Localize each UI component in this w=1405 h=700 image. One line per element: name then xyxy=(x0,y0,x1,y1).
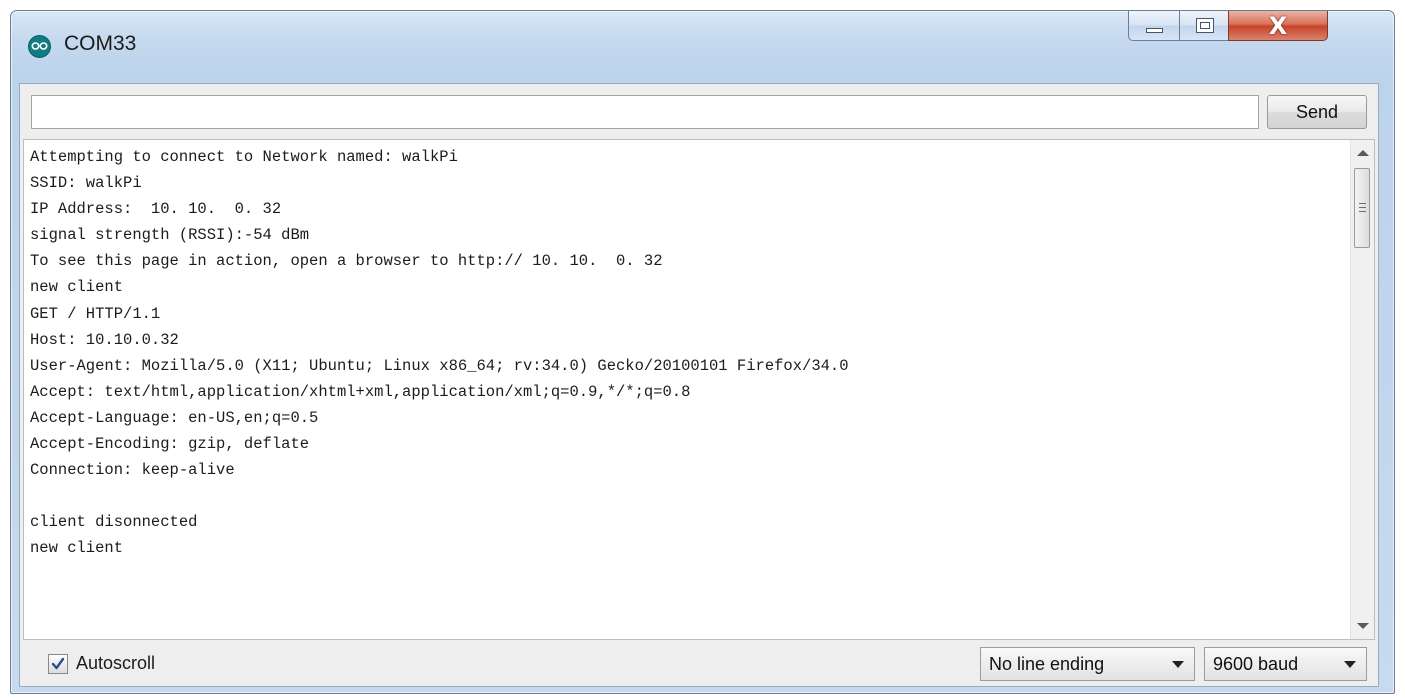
minimize-button[interactable] xyxy=(1128,11,1180,41)
line-ending-select[interactable]: No line ending xyxy=(980,647,1195,681)
baud-rate-select[interactable]: 9600 baud xyxy=(1204,647,1367,681)
output-line: Accept-Language: en-US,en;q=0.5 xyxy=(30,408,319,427)
output-line: Attempting to connect to Network named: … xyxy=(30,148,458,166)
grip-line xyxy=(1359,207,1366,208)
serial-monitor-window: COM33 X Send Attempting to connect to Ne… xyxy=(10,10,1395,694)
line-ending-value: No line ending xyxy=(989,654,1105,674)
close-icon: X xyxy=(1268,12,1288,40)
send-input[interactable] xyxy=(31,95,1259,129)
maximize-icon xyxy=(1196,18,1214,33)
scrollbar-thumb[interactable] xyxy=(1354,168,1370,248)
output-lines: Attempting to connect to Network named: … xyxy=(30,144,1330,562)
send-button[interactable]: Send xyxy=(1267,95,1367,129)
output-line: Connection: keep-alive xyxy=(30,461,235,480)
dropdown-arrow-icon xyxy=(1172,661,1184,668)
grip-line xyxy=(1359,203,1366,204)
window-title: COM33 xyxy=(64,32,137,55)
baud-rate-value: 9600 baud xyxy=(1213,654,1299,674)
output-line: To see this page in action, open a brows… xyxy=(30,252,663,271)
maximize-button[interactable] xyxy=(1179,11,1229,41)
vertical-scrollbar[interactable] xyxy=(1350,140,1374,639)
title-bar[interactable]: COM33 X xyxy=(11,11,1394,81)
output-line: Accept: text/html,application/xhtml+xml,… xyxy=(30,382,691,401)
output-line: client disonnected xyxy=(30,513,198,532)
output-line: Accept-Encoding: gzip, deflate xyxy=(30,435,310,454)
output-line: new client xyxy=(30,539,124,558)
autoscroll-checkbox[interactable] xyxy=(48,654,68,674)
close-button[interactable]: X xyxy=(1228,11,1328,41)
checkmark-icon xyxy=(51,657,65,670)
output-line: new client xyxy=(30,278,124,297)
status-bar: Autoscroll No line ending 9600 baud xyxy=(20,642,1378,686)
output-line: User-Agent: Mozilla/5.0 (X11; Ubuntu; Li… xyxy=(30,356,849,375)
output-line: Host: 10.10.0.32 xyxy=(30,330,179,349)
scroll-up-arrow-icon[interactable] xyxy=(1357,150,1369,156)
minimize-icon xyxy=(1146,28,1163,33)
grip-line xyxy=(1359,211,1366,212)
output-line: GET / HTTP/1.1 xyxy=(30,304,161,323)
output-line: signal strength (RSSI):-54 dBm xyxy=(30,226,310,245)
serial-output[interactable]: Attempting to connect to Network named: … xyxy=(23,139,1375,640)
arduino-icon xyxy=(28,35,51,58)
serial-monitor-panel: Send Attempting to connect to Network na… xyxy=(19,83,1379,687)
autoscroll-label[interactable]: Autoscroll xyxy=(76,653,155,674)
dropdown-arrow-icon xyxy=(1344,661,1356,668)
output-line: SSID: walkPi xyxy=(30,174,142,193)
output-line: IP Address: 10. 10. 0. 32 xyxy=(30,200,282,219)
scroll-down-arrow-icon[interactable] xyxy=(1357,623,1369,629)
